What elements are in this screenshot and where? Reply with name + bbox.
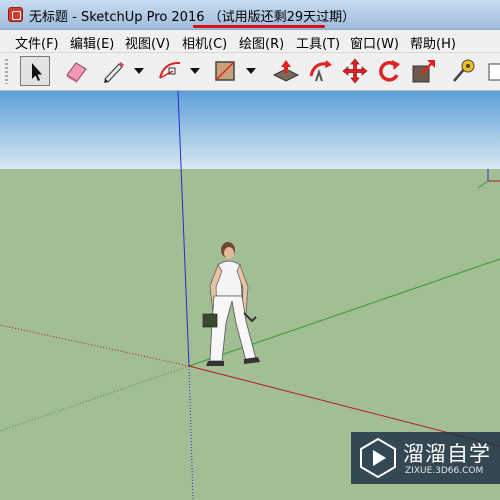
menu-help[interactable]: 帮助(H): [410, 33, 456, 52]
pencil-line-icon[interactable]: [98, 56, 128, 86]
menu-edit[interactable]: 编辑(E): [70, 33, 114, 52]
sketchup-logo-icon[interactable]: [8, 7, 23, 22]
menu-camera[interactable]: 相机(C): [182, 33, 227, 52]
toolbar-overflow-icon[interactable]: [485, 56, 500, 86]
rotate-icon[interactable]: [374, 56, 404, 86]
dropdown-arrow-icon[interactable]: [189, 66, 201, 76]
dropdown-arrow-icon[interactable]: [245, 66, 257, 76]
menu-draw[interactable]: 绘图(R): [239, 33, 284, 52]
push-pull-icon[interactable]: [271, 56, 301, 86]
watermark-badge: 溜溜自学 ZIXUE.3D66.COM: [351, 432, 500, 484]
play-logo-icon: [360, 437, 396, 479]
menu-view[interactable]: 视图(V): [125, 33, 170, 52]
follow-me-icon[interactable]: [306, 56, 336, 86]
menu-file[interactable]: 文件(F): [15, 33, 59, 52]
select-arrow-icon[interactable]: [20, 56, 50, 86]
scale-icon[interactable]: [409, 56, 439, 86]
rectangle-icon[interactable]: [210, 56, 240, 86]
title-bar: 无标题 - SketchUp Pro 2016 （试用版还剩29天过期）: [0, 0, 500, 30]
watermark-url: ZIXUE.3D66.COM: [405, 466, 484, 476]
sketchup-window: 无标题 - SketchUp Pro 2016 （试用版还剩29天过期） 文件(…: [0, 0, 500, 500]
sky: [0, 91, 500, 169]
menu-window[interactable]: 窗口(W): [350, 33, 399, 52]
watermark-title: 溜溜自学: [403, 442, 491, 466]
trial-underline-annotation: [193, 25, 325, 28]
dropdown-arrow-icon[interactable]: [133, 66, 145, 76]
toolbar-grip[interactable]: [5, 59, 8, 84]
menu-tools[interactable]: 工具(T): [296, 33, 340, 52]
window-title: 无标题 - SketchUp Pro 2016 （试用版还剩29天过期）: [29, 10, 356, 25]
menu-bar: 文件(F) 编辑(E) 视图(V) 相机(C) 绘图(R) 工具(T) 窗口(W…: [0, 30, 500, 53]
move-icon[interactable]: [340, 56, 370, 86]
arc-icon[interactable]: [155, 56, 185, 86]
eraser-icon[interactable]: [61, 56, 91, 86]
tape-measure-icon[interactable]: [449, 56, 479, 86]
toolbar: [0, 53, 500, 91]
